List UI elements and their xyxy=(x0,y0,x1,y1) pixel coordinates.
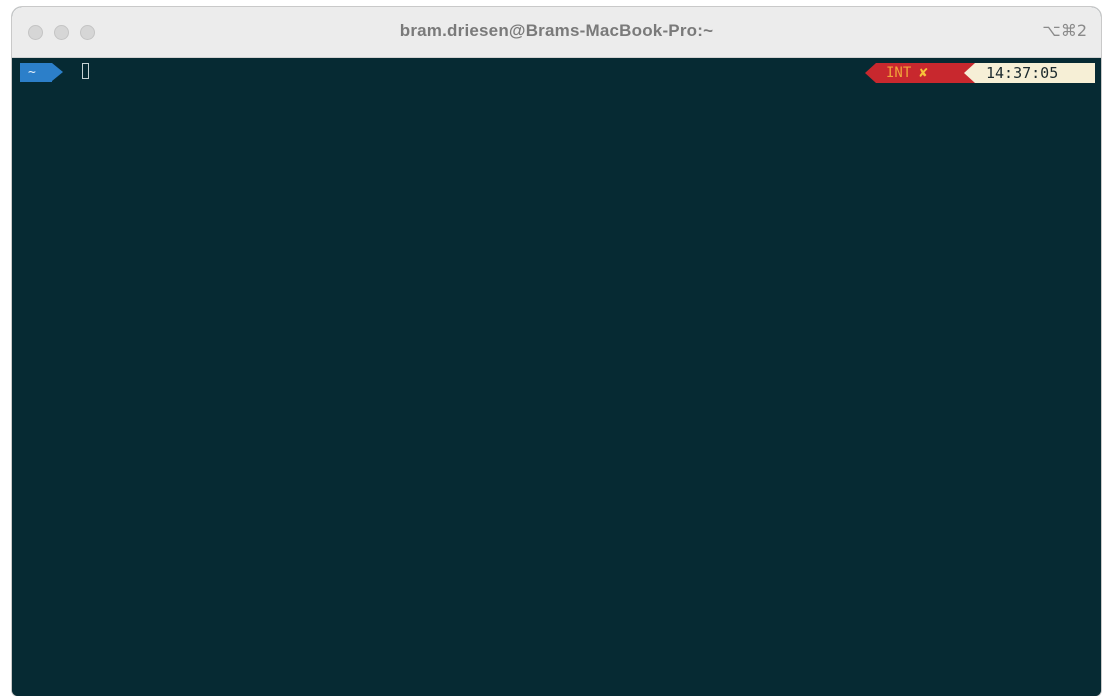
status-segment-arrow-icon xyxy=(865,63,876,83)
terminal-cursor xyxy=(82,63,89,79)
terminal-content[interactable]: ~ INT ✘ 14:37:05 xyxy=(12,58,1101,696)
prompt-directory-segment: ~ xyxy=(20,63,52,82)
time-segment-arrow-icon xyxy=(964,63,975,83)
terminal-window: bram.driesen@Brams-MacBook-Pro:~ ⌥⌘2 ~ I… xyxy=(12,7,1101,696)
exit-status-text: INT xyxy=(886,65,912,81)
time-segment: 14:37:05 xyxy=(975,63,1095,83)
title-bar[interactable]: bram.driesen@Brams-MacBook-Pro:~ ⌥⌘2 xyxy=(12,7,1101,58)
window-shortcut-label: ⌥⌘2 xyxy=(1042,21,1087,40)
exit-status-segment: INT ✘ xyxy=(876,63,975,83)
error-cross-icon: ✘ xyxy=(919,65,928,81)
prompt-segment-arrow-icon xyxy=(52,63,63,81)
window-title: bram.driesen@Brams-MacBook-Pro:~ xyxy=(399,21,714,40)
